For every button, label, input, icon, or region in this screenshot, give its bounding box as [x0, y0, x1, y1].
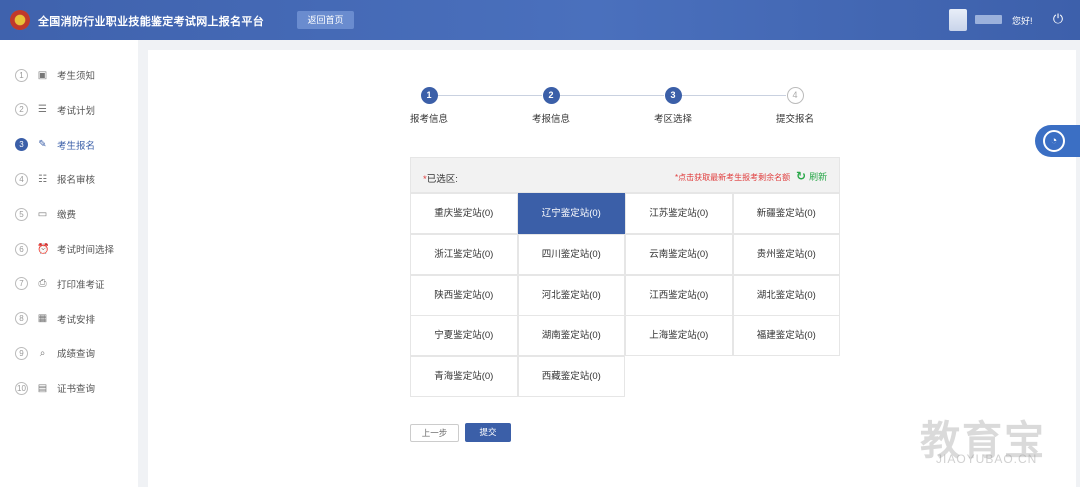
app-title: 全国消防行业职业技能鉴定考试网上报名平台: [38, 16, 264, 28]
station-cell[interactable]: 上海鉴定站(0): [625, 315, 733, 357]
step-number-badge: 6: [15, 242, 28, 256]
step-circle-2: 2: [542, 87, 560, 104]
floating-tool-button[interactable]: ◔: [1035, 125, 1080, 157]
sidebar-item-4[interactable]: 4 ☷ 报名审核: [0, 167, 138, 191]
station-cell[interactable]: 青海鉴定站(0): [410, 356, 518, 398]
search-icon: ⌕: [39, 347, 46, 359]
sidebar-item-5[interactable]: 5 ▭ 缴费: [0, 202, 138, 226]
sidebar-item-label: 报名审核: [57, 175, 96, 187]
step-label-4: 提交报名: [775, 114, 814, 125]
step-number-badge: 9: [15, 346, 28, 360]
step-number-badge: 3: [15, 138, 28, 152]
sidebar-item-label: 考试计划: [57, 105, 96, 117]
sidebar-item-6[interactable]: 6 ⏰ 考试时间选择: [0, 237, 138, 261]
station-cell[interactable]: 西藏鉴定站(0): [517, 356, 625, 398]
step-label-3: 考区选择: [653, 114, 692, 125]
station-cell[interactable]: 辽宁鉴定站(0): [517, 193, 625, 234]
register-icon: ✎: [38, 139, 47, 151]
station-cell[interactable]: 浙江鉴定站(0): [410, 233, 518, 275]
station-cell[interactable]: 宁夏鉴定站(0): [410, 315, 518, 357]
station-cell[interactable]: 河北鉴定站(0): [517, 274, 625, 316]
prev-step-button[interactable]: 上一步: [410, 424, 459, 442]
sidebar-item-label: 缴费: [57, 210, 77, 222]
notice-icon: ▣: [37, 69, 48, 81]
step-number-badge: 8: [15, 312, 28, 326]
refresh-button[interactable]: ↻ 刷新: [796, 169, 827, 183]
sidebar: 1 ▣ 考生须知 2 ☰ 考试计划 3 ✎ 考生报名 4 ☷ 报名审核 5 ▭ 缴费 6 ⏰ 考试时间选择 7 ⎙ 打印…: [0, 40, 138, 487]
power-icon[interactable]: ⏻: [1051, 11, 1065, 27]
greeting-text: 您好!: [1012, 16, 1033, 26]
sidebar-item-label: 考生须知: [57, 71, 96, 82]
avatar[interactable]: [949, 9, 967, 31]
top-header: 全国消防行业职业技能鉴定考试网上报名平台 返回首页 您好! ⏻: [0, 0, 1080, 40]
refresh-icon: ↻: [796, 169, 807, 183]
station-cell[interactable]: 重庆鉴定站(0): [410, 193, 518, 234]
selected-region-label: *已选区:: [423, 174, 458, 185]
sidebar-item-label: 成绩查询: [57, 349, 96, 361]
step-number-badge: 2: [15, 103, 28, 117]
step-circle-4: 4: [786, 87, 804, 104]
sidebar-item-8[interactable]: 8 ▦ 考试安排: [0, 307, 138, 331]
sidebar-item-1[interactable]: 1 ▣ 考生须知: [0, 63, 138, 87]
station-cell[interactable]: 江苏鉴定站(0): [625, 193, 733, 234]
review-icon: ☷: [38, 173, 47, 185]
sidebar-item-label: 证书查询: [57, 384, 96, 396]
certificate-icon: ▤: [37, 382, 48, 394]
step-number-badge: 10: [15, 381, 28, 395]
step-number-badge: 1: [15, 68, 28, 82]
station-cell[interactable]: 陕西鉴定站(0): [410, 274, 518, 316]
step-connector: [560, 95, 664, 96]
submit-button[interactable]: 提交: [465, 423, 511, 442]
step-number-badge: 7: [15, 277, 28, 291]
schedule-icon: ▦: [37, 313, 48, 325]
step-connector: [682, 95, 786, 96]
sidebar-item-9[interactable]: 9 ⌕ 成绩查询: [0, 341, 138, 365]
step-connector: [438, 95, 542, 96]
step-label-2: 考报信息: [531, 114, 570, 125]
step-circle-1: 1: [420, 87, 438, 104]
sidebar-item-label: 考生报名: [57, 140, 96, 152]
station-cell[interactable]: 湖北鉴定站(0): [732, 274, 840, 316]
refresh-label: 刷新: [809, 171, 828, 182]
plan-icon: ☰: [38, 104, 47, 116]
return-home-button[interactable]: 返回首页: [297, 11, 354, 29]
step-number-badge: 5: [15, 207, 28, 221]
step-label-1: 报考信息: [409, 114, 448, 125]
station-cell[interactable]: 新疆鉴定站(0): [732, 193, 840, 234]
sidebar-item-7[interactable]: 7 ⎙ 打印准考证: [0, 272, 138, 296]
clock-icon: ⏰: [37, 243, 50, 255]
sidebar-item-10[interactable]: 10 ▤ 证书查询: [0, 376, 138, 400]
station-cell[interactable]: 福建鉴定站(0): [732, 315, 840, 357]
clock-icon: ◔: [1043, 130, 1065, 152]
station-cell[interactable]: 湖南鉴定站(0): [517, 315, 625, 357]
station-cell[interactable]: 江西鉴定站(0): [625, 274, 733, 316]
step-circle-3: 3: [664, 87, 682, 104]
quota-hint: *点击获取最新考生报考剩余名额: [675, 173, 791, 182]
sidebar-item-label: 考试时间选择: [57, 245, 115, 256]
sidebar-item-label: 打印准考证: [57, 279, 105, 291]
sidebar-item-label: 考试安排: [57, 314, 96, 326]
station-cell[interactable]: 四川鉴定站(0): [517, 233, 625, 275]
printer-icon: ⎙: [38, 278, 47, 290]
sidebar-item-3[interactable]: 3 ✎ 考生报名: [0, 133, 138, 157]
fire-emblem-logo: [10, 10, 30, 30]
payment-icon: ▭: [37, 208, 48, 220]
selected-region-bar: *已选区: *点击获取最新考生报考剩余名额 ↻ 刷新: [410, 157, 840, 193]
station-cell[interactable]: 云南鉴定站(0): [625, 233, 733, 275]
step-number-badge: 4: [15, 172, 28, 186]
watermark-url: JIAOYUBAO.CN: [936, 452, 1038, 466]
username-redacted: [975, 15, 1002, 24]
sidebar-item-2[interactable]: 2 ☰ 考试计划: [0, 98, 138, 122]
station-cell[interactable]: 贵州鉴定站(0): [732, 233, 840, 275]
